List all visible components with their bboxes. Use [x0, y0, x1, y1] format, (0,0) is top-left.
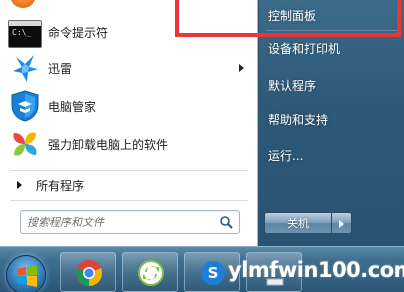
cmd-icon-text: C:\_: [12, 28, 32, 37]
refresh-arrows-icon: [138, 260, 164, 286]
search-divider: [10, 200, 248, 201]
chrome-icon: [76, 260, 102, 286]
program-item-pc-manager[interactable]: 电脑管家: [5, 88, 252, 124]
uninstaller-pinwheel-icon: [8, 127, 42, 161]
program-item-uninstaller[interactable]: 强力卸载电脑上的软件: [5, 126, 252, 162]
help-support-link[interactable]: 帮助和支持: [268, 111, 328, 128]
expand-arrow-icon: [17, 181, 22, 189]
submenu-arrow-icon: [239, 64, 244, 72]
shutdown-label: 关机: [287, 217, 309, 230]
taskbar-refresh-app-button[interactable]: [122, 252, 178, 292]
cmd-icon: C:\_: [8, 20, 42, 48]
sogou-icon: S: [201, 261, 225, 285]
control-panel-link[interactable]: 控制面板: [268, 7, 316, 24]
taskbar-chrome-button[interactable]: [60, 252, 116, 292]
site-watermark: ylmfwin100.com: [228, 258, 404, 282]
all-programs-button[interactable]: 所有程序: [5, 174, 252, 196]
places-separator: [266, 30, 398, 31]
search-input[interactable]: [27, 214, 217, 230]
xunlei-icon: [8, 51, 42, 85]
program-label: 命令提示符: [48, 25, 109, 40]
search-icon[interactable]: [219, 215, 233, 229]
windows-logo-icon: [17, 265, 37, 287]
program-label: 强力卸载电脑上的软件: [48, 137, 169, 152]
search-box[interactable]: [20, 210, 240, 234]
shutdown-button[interactable]: 关机: [264, 212, 332, 234]
all-programs-label: 所有程序: [36, 178, 85, 193]
programs-divider: [10, 170, 248, 171]
program-item-cmd[interactable]: C:\_ 命令提示符: [5, 14, 252, 50]
program-label: 电脑管家: [48, 99, 97, 114]
run-link[interactable]: 运行...: [268, 147, 303, 164]
pc-manager-shield-icon: [8, 89, 42, 123]
devices-printers-link[interactable]: 设备和打印机: [268, 40, 340, 57]
program-item-xunlei[interactable]: 迅雷: [5, 50, 252, 86]
svg-text:S: S: [208, 264, 219, 282]
shutdown-options-button[interactable]: [332, 212, 352, 234]
start-button[interactable]: [6, 255, 46, 292]
default-programs-link[interactable]: 默认程序: [268, 77, 316, 94]
program-label: 迅雷: [48, 61, 73, 76]
